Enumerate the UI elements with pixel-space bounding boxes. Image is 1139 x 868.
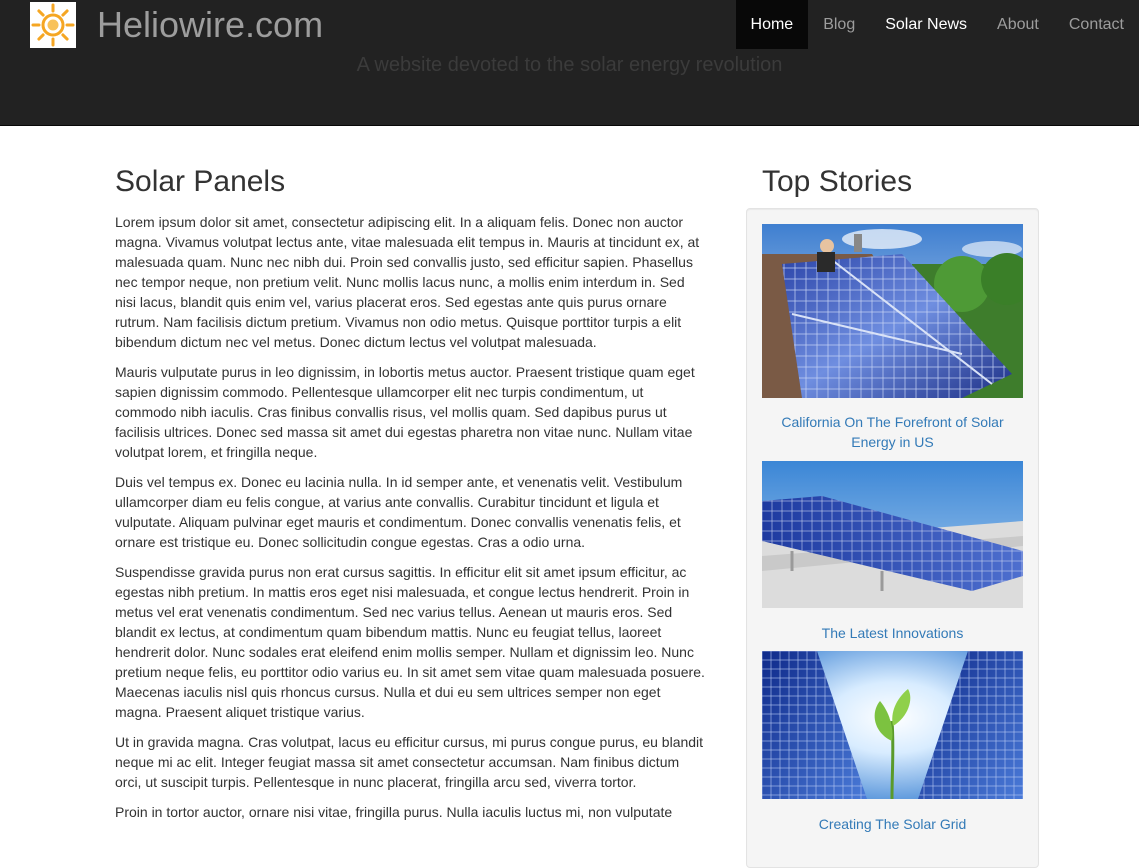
article-title: Solar Panels: [115, 165, 286, 198]
story-item: The Latest Innovations: [762, 461, 1023, 643]
main-nav: Home Blog Solar News About Contact: [735, 0, 1139, 49]
sun-icon[interactable]: [30, 2, 76, 48]
article-paragraph: Suspendisse gravida purus non erat cursu…: [115, 564, 705, 720]
story-item: California On The Forefront of Solar Ene…: [762, 224, 1023, 452]
brand-link[interactable]: Heliowire.com: [97, 4, 323, 46]
top-navbar: Heliowire.com A website devoted to the s…: [0, 0, 1139, 126]
article-paragraph: Mauris vulputate purus in leo dignissim,…: [115, 364, 695, 460]
story-link[interactable]: The Latest Innovations: [762, 623, 1023, 643]
article-paragraph: Duis vel tempus ex. Donec eu lacinia nul…: [115, 474, 683, 550]
article-paragraph: Proin in tortor auctor, ornare nisi vita…: [115, 804, 673, 820]
rooftop-solar-panels-image[interactable]: [762, 224, 1023, 398]
nav-contact[interactable]: Contact: [1054, 0, 1139, 49]
solar-panel-array-image[interactable]: [762, 461, 1023, 608]
sidebar-title: Top Stories: [762, 165, 913, 198]
article-paragraph: Lorem ipsum dolor sit amet, consectetur …: [115, 214, 700, 350]
nav-blog[interactable]: Blog: [808, 0, 870, 49]
site-tagline: A website devoted to the solar energy re…: [356, 54, 783, 76]
story-link[interactable]: California On The Forefront of Solar Ene…: [762, 412, 1023, 452]
nav-about[interactable]: About: [982, 0, 1054, 49]
solar-grid-sprout-image[interactable]: [762, 651, 1023, 799]
top-stories-panel: California On The Forefront of Solar Ene…: [746, 208, 1039, 868]
story-link[interactable]: Creating The Solar Grid: [762, 814, 1023, 834]
nav-solar-news[interactable]: Solar News: [870, 0, 982, 49]
nav-home[interactable]: Home: [735, 0, 809, 49]
story-item: Creating The Solar Grid: [762, 651, 1023, 834]
article: Solar Panels Lorem ipsum dolor sit amet,…: [115, 160, 705, 832]
article-paragraph: Ut in gravida magna. Cras volutpat, lacu…: [115, 734, 704, 790]
